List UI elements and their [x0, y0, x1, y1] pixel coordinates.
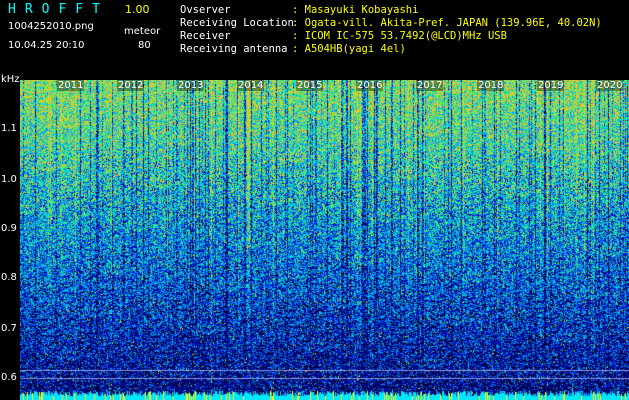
info-receiver: Receiver : ICOM IC-575 53.7492(@LCD)MHz U… — [180, 30, 507, 42]
version-label: 1.00 — [125, 3, 150, 16]
y-tick-label: 0.6 — [1, 372, 17, 383]
x-tick-label: 2012 — [117, 80, 145, 91]
hrofft-window: HROFFT 1.00 1004252010.png 10.04.25 20:1… — [0, 0, 629, 400]
info-observer: Ovserver : Masayuki Kobayashi — [180, 4, 418, 16]
mode-label: meteor — [124, 26, 161, 37]
y-tick-label: 0.8 — [1, 272, 17, 283]
filename-label: 1004252010.png — [8, 21, 94, 32]
info-value: : ICOM IC-575 53.7492(@LCD)MHz USB — [292, 30, 507, 42]
x-tick-label: 2014 — [237, 80, 265, 91]
x-tick-label: 2011 — [57, 80, 85, 91]
info-label: Ovserver — [180, 4, 231, 16]
y-tick-label: 0.7 — [1, 323, 17, 334]
info-location: Receiving Location: Ogata-vill. Akita-Pr… — [180, 17, 602, 29]
x-tick-label: 2019 — [537, 80, 565, 91]
x-tick-label: 2016 — [356, 80, 384, 91]
app-title: HROFFT — [8, 2, 109, 17]
info-value: : Ogata-vill. Akita-Pref. JAPAN (139.96E… — [292, 17, 602, 29]
x-tick-label: 2015 — [296, 80, 324, 91]
info-value: : A504HB(yagi 4el) — [292, 43, 406, 55]
info-label: Receiver — [180, 30, 231, 42]
x-tick-label: 2018 — [477, 80, 505, 91]
y-tick-label: 1.1 — [1, 123, 17, 134]
y-tick-label: 1.0 — [1, 174, 17, 185]
info-antenna: Receiving antenna : A504HB(yagi 4el) — [180, 43, 406, 55]
x-tick-label: 2013 — [177, 80, 205, 91]
x-tick-label: 2020 — [596, 80, 624, 91]
datetime-label: 10.04.25 20:10 — [8, 40, 85, 51]
info-label: Receiving Location — [180, 17, 294, 29]
info-value: : Masayuki Kobayashi — [292, 4, 419, 16]
info-label: Receiving antenna — [180, 43, 288, 55]
spectrogram-plot — [20, 80, 629, 400]
khz-axis-unit: kHz — [1, 74, 20, 85]
y-tick-label: 0.9 — [1, 223, 17, 234]
x-tick-label: 2017 — [416, 80, 444, 91]
count-label: 80 — [138, 40, 151, 51]
